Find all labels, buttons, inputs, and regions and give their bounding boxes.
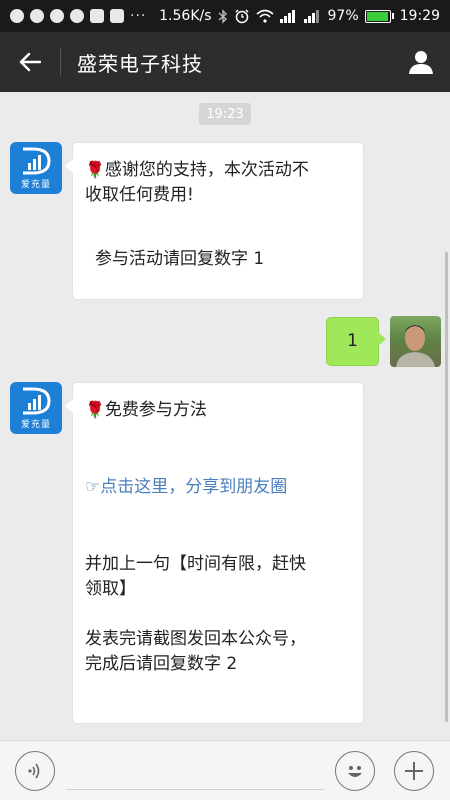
message-icon (90, 9, 104, 23)
wechat-icon (10, 9, 24, 23)
user-message-text: 1 (347, 331, 358, 351)
voice-button[interactable] (15, 751, 55, 791)
input-bar (0, 740, 450, 800)
user-message-bubble[interactable]: 1 (326, 317, 386, 366)
bluetooth-icon (218, 8, 227, 24)
letv-icon (110, 9, 124, 23)
message-bubble[interactable]: 🌹免费参与方法 ☞点击这里，分享到朋友圈 并加上一句【时间有限，赶快 领取】 发… (65, 382, 364, 724)
wifi-icon (255, 9, 274, 23)
more-button[interactable] (394, 751, 434, 791)
notification-icons: ··· (10, 8, 146, 24)
message-title: 🌹免费参与方法 (85, 400, 207, 420)
profile-button[interactable] (392, 32, 450, 92)
scrollbar[interactable] (445, 252, 448, 722)
share-link[interactable]: ☞点击这里，分享到朋友圈 (85, 475, 351, 500)
share-link-text: 点击这里，分享到朋友圈 (100, 477, 288, 497)
qq-icon (30, 9, 44, 23)
person-icon (409, 51, 433, 74)
voice-icon (28, 763, 40, 779)
smiley-icon (348, 766, 362, 777)
rose-icon: 🌹 (85, 160, 105, 179)
back-button[interactable] (0, 32, 60, 92)
brand-logo-icon (23, 147, 51, 175)
chat-header: 盛荣电子科技 (0, 32, 450, 92)
rose-icon: 🌹 (85, 400, 105, 419)
q-icon (70, 9, 84, 23)
message-line: 参与活动请回复数字 1 (95, 249, 265, 269)
weibo-icon (50, 9, 64, 23)
page-title: 盛荣电子科技 (77, 51, 203, 76)
battery-icon (364, 9, 394, 23)
avatar-caption: 爱充量 (20, 420, 51, 430)
signal-icon (279, 9, 295, 23)
message-bubble[interactable]: 🌹感谢您的支持，本次活动不 收取任何费用! 参与活动请回复数字 1 (65, 142, 364, 300)
official-account-avatar[interactable]: 爱充量 (10, 142, 62, 194)
official-account-avatar[interactable]: 爱充量 (10, 382, 62, 434)
message-line: 收取任何费用! (85, 185, 194, 205)
network-speed: 1.56K/s (159, 8, 212, 24)
message-input[interactable] (66, 789, 324, 790)
back-arrow-icon (19, 52, 41, 72)
message-line-blank (85, 602, 351, 627)
clock: 19:29 (399, 8, 440, 24)
brand-logo-icon (23, 387, 51, 415)
signal-icon-2 (303, 9, 319, 23)
message-timestamp: 19:23 (199, 103, 251, 125)
user-photo (396, 325, 435, 367)
message-line: 🌹感谢您的支持，本次活动不 (85, 160, 309, 180)
pointing-hand-icon: ☞ (85, 477, 101, 497)
message-line: 发表完请截图发回本公众号， (85, 629, 306, 649)
message-line: 完成后请回复数字 2 (85, 654, 238, 674)
message-line: 领取】 (85, 579, 136, 599)
plus-icon (405, 762, 423, 780)
user-avatar[interactable] (390, 316, 441, 367)
message-line: 并加上一句【时间有限，赶快 (85, 554, 306, 574)
more-notifications-icon: ··· (130, 8, 147, 24)
chat-area[interactable]: 19:23 爱充量 🌹感谢您的支持，本次活动不 收取任何费用! 参与活动请回复数… (0, 92, 450, 740)
status-bar: ··· 1.56K/s 97% 19:29 (0, 0, 450, 32)
emoji-button[interactable] (335, 751, 375, 791)
message-line-blank (85, 208, 351, 233)
alarm-icon (234, 9, 249, 24)
battery-percent: 97% (327, 8, 359, 24)
avatar-caption: 爱充量 (20, 180, 51, 190)
